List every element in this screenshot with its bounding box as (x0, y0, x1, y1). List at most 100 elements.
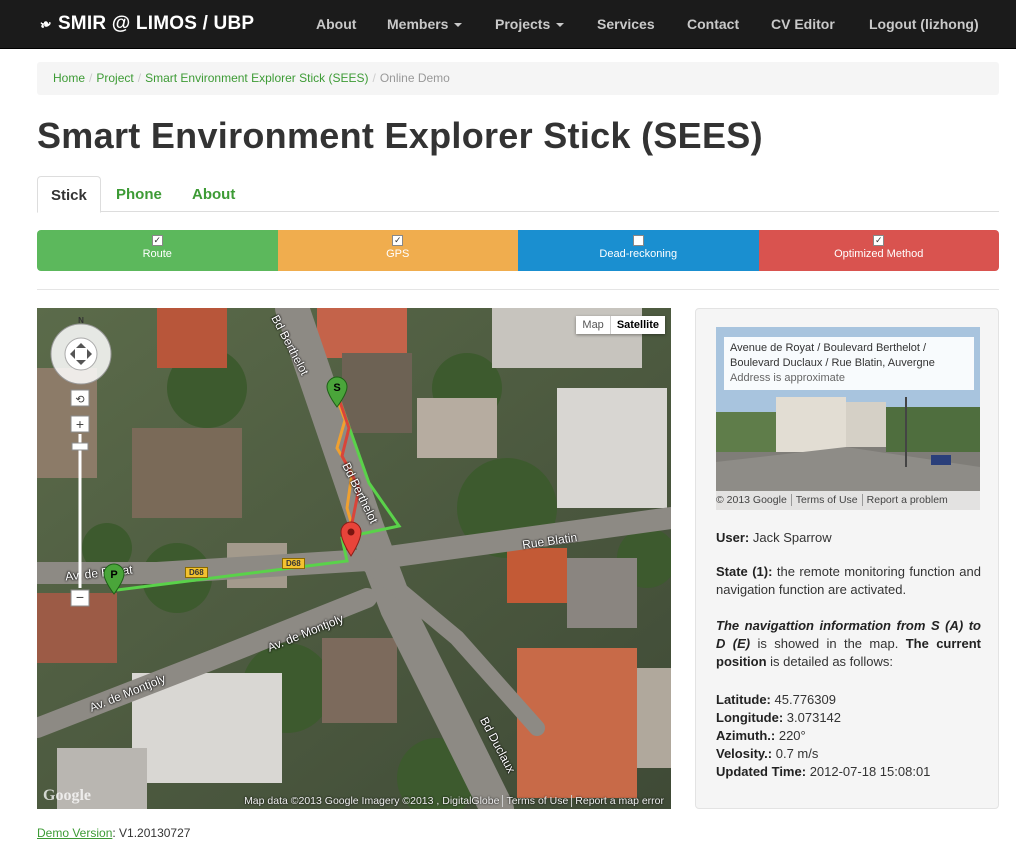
toggle-dead-reckoning[interactable]: Dead-reckoning (518, 230, 759, 271)
toggle-gps[interactable]: ✓ GPS (277, 230, 518, 271)
navigation-text: The navigattion information from S (A) t… (716, 617, 981, 671)
top-navbar: ❧ SMIR @ LIMOS / UBP About Members Projec… (0, 0, 1016, 49)
map-imagery (37, 308, 671, 809)
marker-letter: S (333, 382, 340, 394)
azimuth-row: Azimuth.: 220° (716, 727, 981, 745)
nav-members[interactable]: Members (387, 16, 463, 32)
breadcrumb-home[interactable]: Home (53, 71, 85, 85)
street-view-address: Avenue de Royat / Boulevard Berthelot / … (724, 337, 974, 390)
address-line: Boulevard Duclaux / Rue Blatin, Auvergne (730, 357, 935, 369)
field-label: Velosity.: (716, 746, 773, 761)
svg-text:−: − (76, 589, 84, 605)
state-text: State (1): the remote monitoring functio… (716, 563, 981, 599)
nav-cv-editor[interactable]: CV Editor (771, 16, 835, 32)
tab-stick[interactable]: Stick (37, 176, 101, 213)
breadcrumb: Home / Project / Smart Environment Explorer … (37, 62, 999, 95)
checkbox[interactable]: ✓ (151, 235, 163, 246)
checkbox[interactable] (632, 235, 644, 246)
position-marker-icon[interactable]: P (103, 563, 125, 595)
map-type-map[interactable]: Map (576, 316, 609, 334)
navigation-description: is showed in the map. (757, 636, 899, 651)
copyright-text: © 2013 Google (716, 494, 787, 506)
toggle-optimized-method[interactable]: ✓ Optimized Method (758, 230, 999, 271)
nav-members-label: Members (387, 16, 449, 32)
demo-version-link[interactable]: Demo Version (37, 826, 112, 840)
svg-text:⟲: ⟲ (75, 394, 84, 406)
brand-text: SMIR @ LIMOS / UBP (57, 13, 255, 34)
satellite-map[interactable]: Bd Berthelot Bd Berthelot Rue Blatin Av.… (37, 308, 671, 809)
page-title: Smart Environment Explorer Stick (SEES) (37, 115, 763, 156)
marker-letter: P (110, 569, 117, 581)
updated-time-row: Updated Time: 2012-07-18 15:08:01 (716, 763, 981, 781)
tab-phone[interactable]: Phone (103, 176, 175, 212)
demo-version: Demo Version: V1.20130727 (37, 826, 190, 840)
field-label: Longitude: (716, 710, 784, 725)
nav-about[interactable]: About (316, 16, 356, 32)
start-marker-icon[interactable]: S (326, 376, 348, 408)
map-type-satellite[interactable]: Satellite (609, 316, 665, 334)
field-label: Azimuth.: (716, 728, 776, 743)
azimuth-value: 220° (778, 728, 806, 743)
checkbox[interactable]: ✓ (392, 235, 404, 246)
updated-time-value: 2012-07-18 15:08:01 (809, 764, 931, 779)
address-approx-note: Address is approximate (730, 372, 845, 384)
tab-about[interactable]: About (179, 176, 248, 212)
road-shield: D68 (282, 558, 305, 569)
svg-text:+: + (76, 416, 84, 432)
longitude-value: 3.073142 (786, 710, 842, 725)
user-label: User: (716, 530, 750, 545)
latitude-value: 45.776309 (774, 692, 836, 707)
caret-down-icon (556, 23, 565, 28)
map-type-control: Map Satellite (576, 316, 665, 334)
user-line: User: Jack Sparrow (716, 529, 981, 547)
brand-link[interactable]: ❧ SMIR @ LIMOS / UBP (37, 13, 255, 35)
street-view-footer: © 2013 Google Terms of Use Report a proble… (716, 491, 980, 510)
toggle-label: Dead-reckoning (599, 248, 678, 260)
velocity-value: 0.7 m/s (775, 746, 819, 761)
svg-text:N: N (78, 316, 84, 325)
state-label: State (1): (716, 564, 773, 579)
pan-control-icon[interactable]: N (45, 316, 117, 388)
google-logo: Google (43, 787, 91, 804)
caret-down-icon (454, 23, 463, 28)
leaf-icon: ❧ (37, 14, 55, 34)
nav-contact[interactable]: Contact (687, 16, 739, 32)
nav-logout[interactable]: Logout (lizhong) (869, 16, 979, 32)
longitude-row: Longitude: 3.073142 (716, 709, 981, 727)
field-label: Updated Time: (716, 764, 807, 779)
map-attribution: Map data ©2013 Google Imagery ©2013 , Di… (241, 795, 667, 807)
nav-projects-label: Projects (495, 16, 551, 32)
report-problem-link[interactable]: Report a problem (861, 494, 952, 506)
breadcrumb-project[interactable]: Project (96, 71, 133, 85)
terms-link[interactable]: Terms of Use (502, 795, 572, 807)
breadcrumb-sees[interactable]: Smart Environment Explorer Stick (SEES) (145, 71, 368, 85)
breadcrumb-separator: / (372, 71, 376, 85)
nav-services[interactable]: Services (597, 16, 655, 32)
checkbox[interactable]: ✓ (873, 235, 885, 246)
street-view[interactable]: Avenue de Royat / Boulevard Berthelot / … (716, 327, 980, 510)
road-shield: D68 (185, 567, 208, 578)
zoom-slider[interactable]: ⟲ + − (69, 388, 91, 608)
terms-link[interactable]: Terms of Use (790, 494, 862, 506)
current-position-marker-icon[interactable] (340, 521, 362, 557)
toggle-label: Optimized Method (834, 248, 924, 260)
velocity-row: Velosity.: 0.7 m/s (716, 745, 981, 763)
tab-bar: Stick Phone About (37, 176, 999, 213)
user-value: Jack Sparrow (752, 530, 832, 545)
report-map-error-link[interactable]: Report a map error (571, 795, 667, 807)
breadcrumb-separator: / (89, 71, 93, 85)
nav-projects[interactable]: Projects (495, 16, 565, 32)
toggle-route[interactable]: ✓ Route (37, 230, 278, 271)
map-data-credit: Map data ©2013 Google Imagery ©2013 , Di… (244, 795, 500, 807)
version-number: : V1.20130727 (112, 826, 191, 840)
address-line: Avenue de Royat / Boulevard Berthelot / (730, 342, 927, 354)
divider (37, 289, 999, 290)
current-position-description: is detailed as follows: (770, 654, 894, 669)
toggle-label: GPS (386, 248, 410, 260)
position-details: Latitude: 45.776309 Longitude: 3.073142 … (716, 691, 981, 781)
toggle-label: Route (142, 248, 172, 260)
breadcrumb-current: Online Demo (379, 71, 450, 85)
layer-toggle-bar: ✓ Route ✓ GPS Dead-reckoning ✓ Optimized Me… (37, 230, 999, 271)
info-panel: Avenue de Royat / Boulevard Berthelot / … (695, 308, 999, 809)
field-label: Latitude: (716, 692, 771, 707)
